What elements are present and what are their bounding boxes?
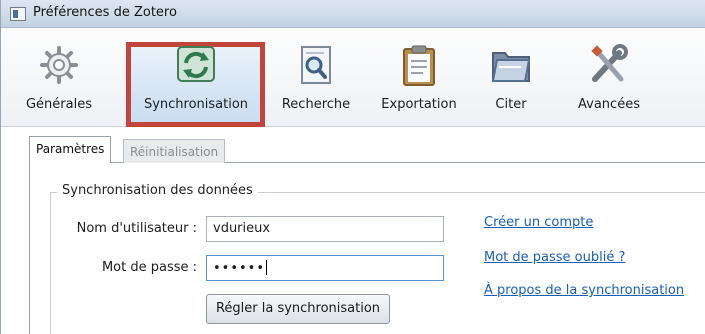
tools-icon [587, 43, 631, 87]
toolbar-general[interactable]: Générales [17, 43, 101, 123]
sync-icon [174, 43, 218, 87]
title-bar[interactable]: Préférences de Zotero [1, 0, 705, 28]
toolbar-sync[interactable]: Synchronisation [131, 43, 261, 123]
tab-reinitialisation[interactable]: Réinitialisation [123, 139, 226, 163]
preferences-window: Préférences de Zotero Générales Synchron… [0, 0, 705, 334]
about-sync-link[interactable]: À propos de la synchronisation [484, 283, 684, 298]
setup-sync-button[interactable]: Régler la synchronisation [206, 294, 390, 324]
gear-icon [37, 43, 81, 87]
toolbar-label: Exportation [381, 97, 457, 112]
toolbar-label: Citer [495, 97, 527, 112]
create-account-link[interactable]: Créer un compte [484, 215, 593, 230]
toolbar-search[interactable]: Recherche [279, 43, 353, 123]
toolbar-cite[interactable]: Citer [481, 43, 541, 123]
clipboard-icon [397, 43, 441, 87]
username-value: vdurieux [213, 221, 271, 236]
groupbox-title: Synchronisation des données [57, 183, 258, 198]
toolbar-advanced[interactable]: Avancées [569, 43, 649, 123]
toolbar-export[interactable]: Exportation [373, 43, 465, 123]
username-field[interactable]: vdurieux [206, 216, 444, 242]
toolbar-label: Générales [25, 97, 92, 112]
password-value: •••••• [213, 261, 266, 276]
tab-parametres[interactable]: Paramètres [29, 136, 112, 163]
forgot-password-link[interactable]: Mot de passe oublié ? [484, 250, 625, 265]
password-field[interactable]: •••••• [206, 255, 444, 281]
folder-icon [489, 43, 533, 87]
toolbar-label: Recherche [281, 97, 351, 112]
text-caret [266, 260, 268, 275]
toolbar-label: Avancées [578, 97, 640, 112]
window-title: Préférences de Zotero [33, 5, 177, 20]
window-icon [10, 7, 26, 21]
username-label: Nom d'utilisateur : [76, 221, 197, 236]
magnifier-icon [294, 43, 338, 87]
password-label: Mot de passe : [101, 260, 197, 275]
toolbar-label: Synchronisation [143, 97, 249, 112]
